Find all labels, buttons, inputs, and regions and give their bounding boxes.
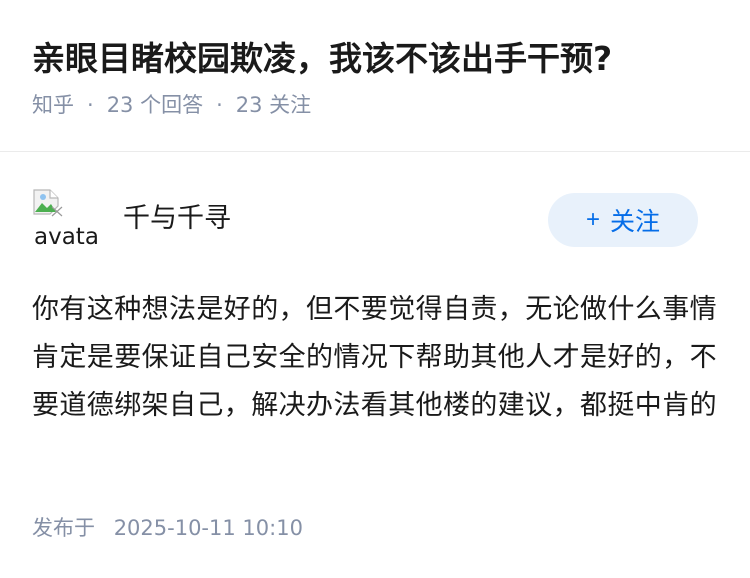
- follow-button-label: 关注: [610, 208, 661, 236]
- answer-count[interactable]: 23 个回答: [107, 88, 203, 122]
- publish-info: 发布于 2025-10-11 10:10: [32, 511, 303, 545]
- section-divider: [0, 151, 750, 152]
- meta-separator: ·: [216, 93, 223, 117]
- avatar-alt-text: avatar: [34, 224, 98, 250]
- author-name[interactable]: 千与千寻: [123, 200, 231, 238]
- question-header: 亲眼目睹校园欺凌，我该不该出手干预? 知乎 · 23 个回答 · 23 关注: [32, 36, 722, 122]
- answer-content: 你有这种想法是好的，但不要觉得自责，无论做什么事情肯定是要保证自己安全的情况下帮…: [32, 286, 722, 430]
- follower-count[interactable]: 23 关注: [236, 88, 311, 122]
- source-label: 知乎: [32, 93, 74, 117]
- avatar[interactable]: avatar: [32, 188, 98, 250]
- publish-datetime: 2025-10-11 10:10: [113, 516, 303, 540]
- answer-text: 你有这种想法是好的，但不要觉得自责，无论做什么事情肯定是要保证自己安全的情况下帮…: [32, 294, 717, 421]
- publish-label: 发布于: [32, 516, 95, 540]
- broken-image-icon: [33, 189, 63, 217]
- plus-icon: +: [585, 206, 600, 233]
- follow-button[interactable]: + 关注: [548, 193, 698, 247]
- meta-separator: ·: [87, 93, 94, 117]
- question-meta: 知乎 · 23 个回答 · 23 关注: [32, 88, 722, 122]
- zhihu-answer-page: 亲眼目睹校园欺凌，我该不该出手干预? 知乎 · 23 个回答 · 23 关注 a…: [0, 0, 750, 578]
- answer-author-bar: avatar 千与千寻 + 关注: [32, 188, 702, 252]
- question-title[interactable]: 亲眼目睹校园欺凌，我该不该出手干预?: [32, 36, 722, 82]
